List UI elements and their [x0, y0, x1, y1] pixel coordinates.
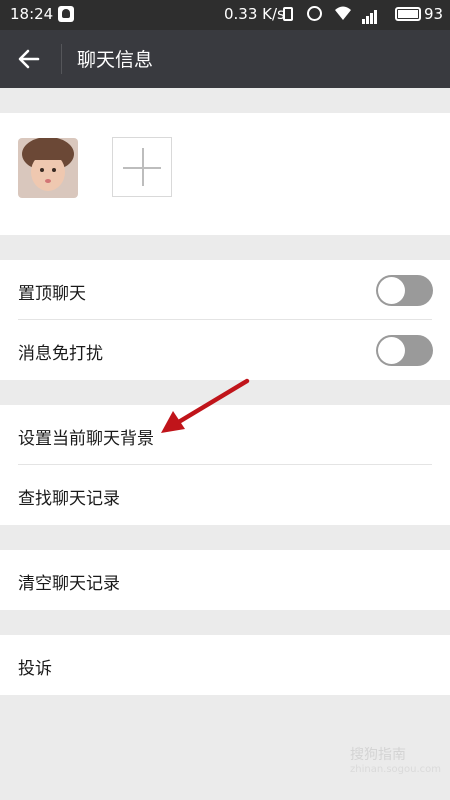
- member-avatar[interactable]: [18, 138, 78, 198]
- alarm-icon: [307, 6, 322, 21]
- pin-chat-label: 置顶聊天: [18, 284, 86, 304]
- vibrate-icon: [283, 7, 293, 21]
- title-divider: [61, 44, 62, 74]
- signal-icon: [362, 6, 378, 24]
- search-history-row[interactable]: 查找聊天记录: [0, 465, 450, 525]
- mute-label: 消息免打扰: [18, 344, 103, 364]
- add-member-button[interactable]: [112, 137, 172, 197]
- page-title: 聊天信息: [77, 49, 154, 71]
- search-history-label: 查找聊天记录: [18, 489, 120, 509]
- report-section: 投诉: [0, 635, 450, 695]
- report-row[interactable]: 投诉: [0, 635, 450, 695]
- battery-level: 93: [424, 5, 444, 23]
- notification-icon: [58, 6, 74, 22]
- status-time: 18:24: [10, 5, 54, 23]
- mute-toggle[interactable]: [376, 335, 433, 366]
- toggle-section: 置顶聊天 消息免打扰: [0, 260, 450, 380]
- set-background-label: 设置当前聊天背景: [18, 429, 154, 449]
- watermark-url: zhinan.sogou.com: [350, 764, 442, 775]
- members-section: [0, 113, 450, 235]
- avatar-image: [18, 138, 78, 198]
- status-bar: 18:24 0.33 K/s 93: [0, 0, 450, 30]
- clear-history-row[interactable]: 清空聊天记录: [0, 550, 450, 610]
- wifi-icon: [335, 6, 351, 20]
- mute-row[interactable]: 消息免打扰: [0, 320, 450, 380]
- network-speed: 0.33 K/s: [224, 5, 285, 23]
- clear-history-label: 清空聊天记录: [18, 574, 120, 594]
- clear-section: 清空聊天记录: [0, 550, 450, 610]
- pin-chat-toggle[interactable]: [376, 275, 433, 306]
- battery-icon: [395, 7, 421, 21]
- watermark: 搜狗指南: [350, 747, 406, 763]
- title-bar: 聊天信息: [0, 30, 450, 88]
- annotation-arrow-icon: [161, 378, 250, 433]
- pin-chat-row[interactable]: 置顶聊天: [0, 260, 450, 320]
- back-arrow-icon[interactable]: [16, 46, 42, 72]
- report-label: 投诉: [18, 659, 52, 679]
